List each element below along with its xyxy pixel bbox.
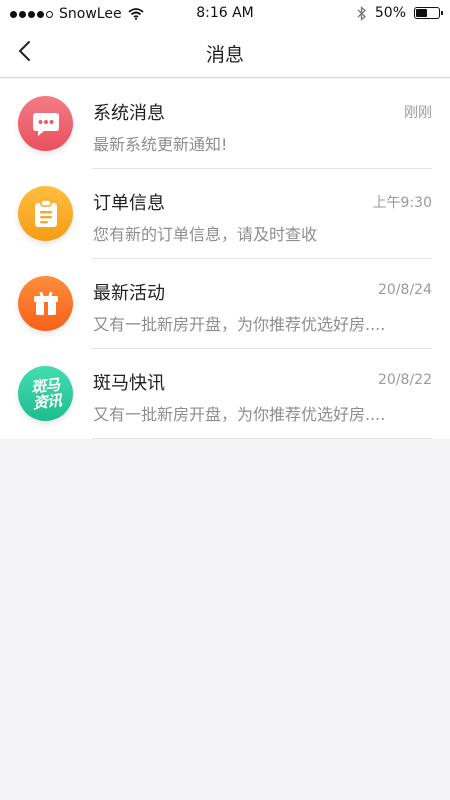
zebra-news-logo: 斑马 资讯: [18, 366, 73, 421]
order-message-avatar: [18, 186, 73, 241]
page-title: 消息: [205, 44, 244, 66]
system-message-avatar: [18, 96, 73, 151]
status-bar-right: 50%: [357, 5, 443, 21]
message-item-order[interactable]: 订单信息 上午9:30 您有新的订单信息，请及时查收: [0, 169, 450, 259]
zebra-news-logo-text: 斑马 资讯: [29, 375, 62, 412]
gift-box-icon: [33, 291, 58, 315]
message-time: 20/8/22: [378, 372, 432, 388]
navigation-bar: 消息: [0, 28, 450, 78]
status-bar: SnowLee 8:16 AM 50%: [0, 0, 450, 28]
message-preview: 最新系统更新通知!: [93, 135, 228, 154]
message-title: 系统消息: [93, 103, 165, 124]
battery-level: [416, 9, 427, 17]
message-preview: 又有一批新房开盘，为你推荐优选好房....: [93, 315, 386, 334]
message-item-activity[interactable]: 最新活动 20/8/24 又有一批新房开盘，为你推荐优选好房....: [0, 259, 450, 349]
chat-bubble-icon: [32, 112, 59, 136]
message-time: 刚刚: [404, 105, 432, 121]
message-time: 上午9:30: [372, 195, 432, 211]
battery-percent: 50%: [374, 5, 406, 21]
message-item-zebra-news[interactable]: 斑马 资讯 斑马快讯 20/8/22 又有一批新房开盘，为你推荐优选好房....: [0, 349, 450, 439]
message-title: 最新活动: [93, 283, 165, 304]
bluetooth-icon: [357, 5, 366, 21]
message-time: 20/8/24: [378, 282, 432, 298]
message-title: 订单信息: [93, 193, 165, 214]
activity-message-avatar: [18, 276, 73, 331]
battery-icon: [414, 7, 443, 19]
message-list: 系统消息 刚刚 最新系统更新通知! 订单信息 上午9:30 您有新的订单信息，请…: [0, 79, 450, 439]
message-item-system[interactable]: 系统消息 刚刚 最新系统更新通知!: [0, 79, 450, 169]
divider: [92, 438, 432, 439]
message-title: 斑马快讯: [93, 373, 165, 394]
clipboard-icon: [34, 198, 57, 227]
message-preview: 又有一批新房开盘，为你推荐优选好房....: [93, 405, 386, 424]
message-preview: 您有新的订单信息，请及时查收: [93, 225, 318, 244]
